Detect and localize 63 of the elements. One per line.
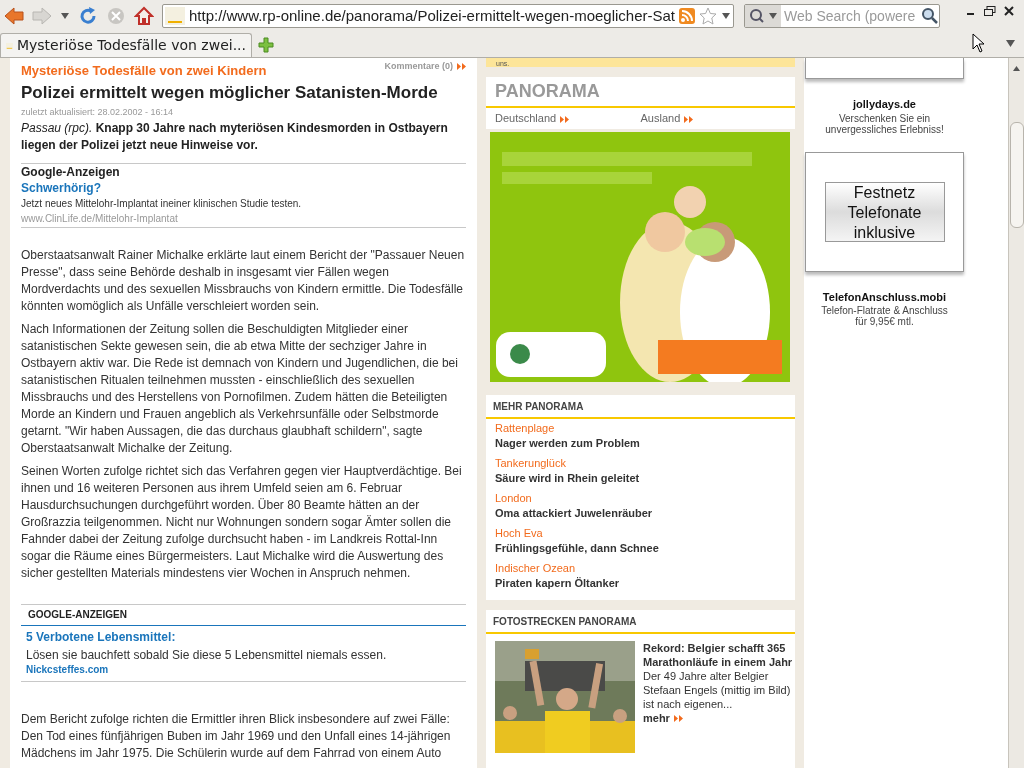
news-kicker[interactable]: Hoch Eva — [495, 525, 786, 541]
ad-text: Lösen sie bauchfett sobald Sie diese 5 Lebensmittel niemals essen. — [26, 646, 388, 663]
tab-title: Mysteriöse Todesfälle von zwei... — [16, 36, 246, 55]
ad-heading: GOOGLE-ANZEIGEN — [21, 604, 466, 626]
double-arrow-icon — [457, 63, 466, 71]
news-kicker[interactable]: Rattenplage — [495, 420, 786, 436]
scroll-up-icon[interactable] — [1013, 66, 1020, 71]
section-link[interactable]: Ausland — [640, 110, 786, 127]
ad-text: Verschenken Sie ein unvergessliches Erlebniss! — [824, 112, 945, 135]
caret-icon[interactable] — [721, 12, 731, 20]
address-field[interactable]: http://www.rp-online.de/panorama/Polizei-ermittelt-wegen-moeglicher-Sat — [162, 4, 734, 28]
star-icon[interactable] — [699, 7, 717, 25]
news-title[interactable]: Nager werden zum Problem — [495, 435, 786, 451]
caret-icon[interactable] — [60, 12, 70, 20]
scrollbar[interactable] — [1008, 58, 1024, 768]
news-title[interactable]: Säure wird in Rhein geleitet — [495, 470, 786, 486]
gallery-teaser: Der 49 Jahre alter Belgier Stefaan Engels (mittig im Bild) ist nach eigenen... — [643, 668, 792, 711]
ad-text: Telefon-Flatrate & Anschluss für 9,95€ mtl. — [820, 305, 949, 327]
plus-icon[interactable] — [258, 37, 274, 53]
back-arrow-icon[interactable] — [4, 7, 24, 25]
panel-heading: MEHR PANORAMA — [486, 394, 795, 419]
article-paragraph: Dem Bericht zufolge richten die Ermittler ihren Blick insbesondere auf zwei Fälle: Den Tod eines fünfjährigen Buben im Jahr 1969 und den Unfall eines 14-jährigen Mädchens im Jahr 1975. Die Schülerin wurde auf dem Fahrrad von einem Auto — [21, 710, 452, 762]
section-title: PANORAMA — [486, 77, 795, 108]
ad-button[interactable]: Festnetz Telefonate inklusive — [824, 181, 945, 242]
news-title[interactable]: Oma attackiert Juwelenräuber — [495, 505, 786, 521]
ad-url[interactable]: Nickcsteffes.com — [26, 662, 461, 677]
double-arrow-icon — [560, 115, 570, 123]
search-placeholder: Web Search (powere — [784, 6, 917, 26]
article-paragraph: Seinen Worten zufolge richtet sich das Verfahren gegen vier Hauptverdächtige. Bei ihnen und 16 weiteren Personen aus ihrem Umfeld seien am 6. Februar Hausdurchsuchungen durchgeführt worden. Über 80 Beamte hätten an der Großrazzia teilgenommen. Nicht nur Wohnungen sondern sogar Ämter sollen die Fahnder dabei der Zeitung zufolge durchsucht haben - im Landkreis Rottal-Inn sogar die Räume eines Bürgermeisters. Laut Michalke wird die Auswertung des sicher gestellten Materials mindestens vier Wochen in Anspruch nehmen. — [21, 462, 463, 582]
search-icon[interactable] — [921, 7, 939, 25]
ad-title[interactable]: TelefonAnschluss.mobi — [822, 288, 947, 305]
news-kicker[interactable]: Tankerunglück — [495, 455, 786, 471]
article-headline: Polizei ermittelt wegen möglicher Satanisten-Morde — [21, 82, 439, 103]
browser-tab[interactable]: Mysteriöse Todesfälle von zwei... — [0, 33, 252, 57]
article-paragraph: Nach Informationen der Zeitung sollen die Beschuldigten Mitglieder einer satanistischen Sekte gewesen sein, die ab etwa Mitte der sechziger Jahre in Ostbayern aktiv war. Die Rede ist demnach von Kindern und Jugendlichen, die bei satanistischen Ritualen teilnehmen mussten - einschließlich des sexuellen Missbrauchs und des Herstellens von Pornofilmen. Zudem hätten die Beteiligten Morde an Kindern und Frauen angeblich als Verkehrsunfälle oder Selbstmorde getarnt. "Wir haben Aussagen, die das durchaus glaubhaft schildern", sagte Oberstaatsanwalt Michalke der Zeitung. — [21, 320, 459, 457]
ad-title[interactable]: 5 Verbotene Lebensmittel: — [26, 628, 461, 645]
cursor-icon — [972, 33, 986, 53]
news-title[interactable]: Frühlingsgefühle, dann Schnee — [495, 540, 786, 556]
site-icon — [165, 7, 185, 25]
scrollbar-thumb[interactable] — [1009, 122, 1024, 228]
more-link[interactable]: mehr — [643, 710, 793, 725]
reload-icon[interactable] — [78, 6, 98, 26]
article-lead: Passau (rpc). Knapp 30 Jahre nach myteriösen Kindesmorden in Ostbayern liegen der Polizei jetzt neue Hinweise vor. — [21, 119, 449, 154]
news-kicker[interactable]: London — [495, 490, 786, 506]
news-title[interactable]: Piraten kapern Öltanker — [495, 575, 786, 591]
restore-icon[interactable] — [984, 6, 996, 16]
section-link[interactable]: Deutschland — [495, 110, 641, 127]
ad-title[interactable]: jollydays.de — [853, 96, 916, 113]
article-paragraph: Oberstaatsanwalt Rainer Michalke erklärte laut einem Bericht der "Passauer Neuen Presse", dass seine Behörde deshalb in insgesamt vier Fällen wegen Mordverdachts und des sexuellen Missbrauchs von Kindern ermittle. Die Todesfälle könnten womöglich als Unfälle verschleiert worden sein. — [21, 246, 466, 315]
news-kicker[interactable]: Indischer Ozean — [495, 560, 786, 576]
gallery-headline[interactable]: Rekord: Belgier schafft 365 Marathonläufe in einem Jahr — [643, 640, 793, 669]
ad-text: Jetzt neues Mittelohr-Implantat ineiner klinischen Studie testen. — [21, 196, 303, 211]
home-icon[interactable] — [134, 6, 154, 26]
panel-heading: FOTOSTRECKEN PANORAMA — [486, 609, 795, 634]
ad-heading: Google-Anzeigen — [21, 164, 121, 180]
updated-date: zuletzt aktualisiert: 28.02.2002 - 16:14 — [21, 105, 175, 118]
double-arrow-icon — [684, 115, 694, 123]
double-arrow-icon — [673, 715, 683, 723]
caret-icon[interactable] — [1006, 40, 1015, 47]
close-icon[interactable] — [1004, 6, 1014, 16]
url-text: http://www.rp-online.de/panorama/Polizei-ermittelt-wegen-moeglicher-Sat — [189, 5, 676, 26]
search-engine-icon[interactable] — [745, 5, 781, 27]
ad-title[interactable]: Schwerhörig? — [21, 179, 466, 196]
